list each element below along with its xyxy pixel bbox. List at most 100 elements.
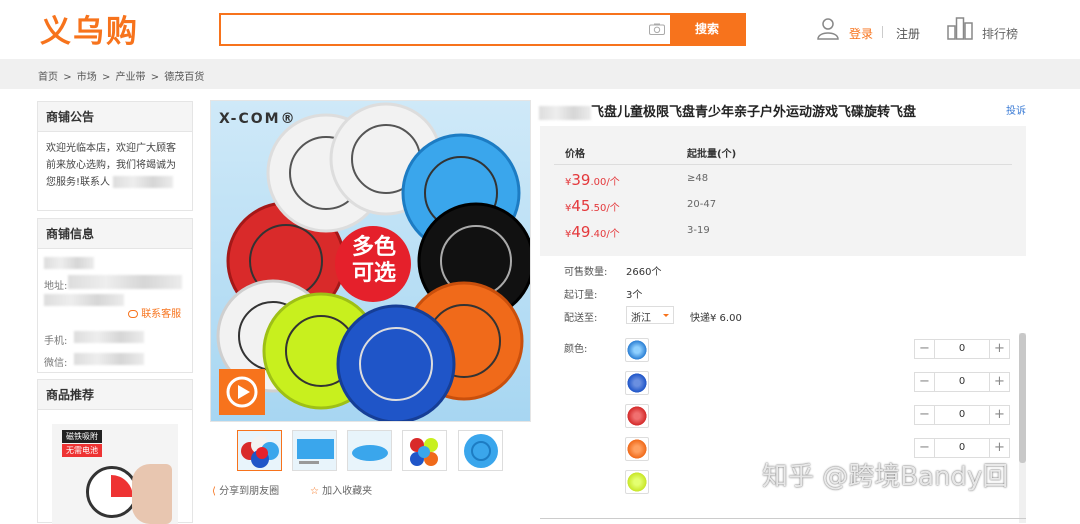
color-swatch[interactable] xyxy=(625,437,649,461)
breadcrumb-home[interactable]: 首页 xyxy=(38,72,58,83)
redacted-phone xyxy=(74,331,144,343)
increase-button[interactable]: + xyxy=(989,439,1009,457)
shop-notice-panel: 商铺公告 欢迎光临本店，欢迎广大顾客前来放心选购，我们将竭诚为您服务!联系人 xyxy=(37,101,193,211)
shipping-fee: 快递¥ 6.00 xyxy=(690,313,742,324)
price-value: 45 xyxy=(571,197,591,215)
product-title-text: 飞盘儿童极限飞盘青少年亲子户外运动游戏飞碟旋转飞盘 xyxy=(591,105,917,120)
favorite-link[interactable]: ☆ 加入收藏夹 xyxy=(310,482,372,497)
breadcrumb-market[interactable]: 市场 xyxy=(77,72,97,83)
price-value: 49 xyxy=(571,223,591,241)
breadcrumb: 首页 > 市场 > 产业带 > 德茂百货 xyxy=(38,68,206,83)
timer-segment xyxy=(111,475,133,497)
decrease-button[interactable]: − xyxy=(915,373,935,391)
search-input[interactable] xyxy=(221,15,671,44)
color-swatch[interactable] xyxy=(625,338,649,362)
redacted-shop-name xyxy=(44,257,94,269)
moq-value: ≥48 xyxy=(687,173,709,184)
color-option-row: − 0 + xyxy=(625,336,1015,364)
thumbnail[interactable] xyxy=(292,430,337,471)
color-swatch[interactable] xyxy=(625,371,649,395)
quantity-input[interactable]: 0 xyxy=(936,373,988,391)
increase-button[interactable]: + xyxy=(989,373,1009,391)
price-header: 价格 xyxy=(565,149,585,160)
divider xyxy=(882,26,883,38)
recommend-title: 商品推荐 xyxy=(38,380,192,410)
recommended-product-image[interactable]: 磁铁吸附 无需电池 xyxy=(52,424,178,524)
thumbnail[interactable] xyxy=(347,430,392,471)
product-title: 飞盘儿童极限飞盘青少年亲子户外运动游戏飞碟旋转飞盘 xyxy=(539,101,916,120)
redacted-address xyxy=(68,275,182,289)
quantity-stepper: − 0 + xyxy=(914,339,1010,359)
breadcrumb-bar: 首页 > 市场 > 产业带 > 德茂百货 xyxy=(0,59,1080,89)
breadcrumb-separator: > xyxy=(150,72,160,83)
hand-image xyxy=(132,464,172,524)
color-swatch[interactable] xyxy=(625,470,649,494)
decrease-button[interactable]: − xyxy=(915,340,935,358)
price-tier: ¥49.40/个 xyxy=(565,223,620,241)
scrollbar-thumb[interactable] xyxy=(1019,333,1026,463)
wechat-label: 微信: xyxy=(44,358,68,369)
share-icon: ⟨ xyxy=(212,486,216,497)
site-logo[interactable]: 义乌购 xyxy=(40,6,139,51)
moq-value: 3-19 xyxy=(687,225,710,236)
search-box: 搜索 xyxy=(219,13,746,46)
quantity-stepper: − 0 + xyxy=(914,405,1010,425)
color-label: 颜色: xyxy=(564,344,588,355)
search-button[interactable]: 搜索 xyxy=(670,15,744,44)
min-order-label: 起订量: xyxy=(564,290,598,301)
register-link[interactable]: 注册 xyxy=(896,25,920,42)
price-table: 价格 起批量(个) ¥39.00/个 ≥48 ¥45.50/个 20-47 ¥4… xyxy=(540,126,1026,256)
quantity-input[interactable]: 0 xyxy=(936,439,988,457)
recommend-panel: 商品推荐 磁铁吸附 无需电池 xyxy=(37,379,193,524)
price-tier: ¥39.00/个 xyxy=(565,171,620,189)
recommend-tag: 磁铁吸附 xyxy=(62,430,102,443)
ranking-icon[interactable] xyxy=(947,16,973,40)
quantity-input[interactable]: 0 xyxy=(936,406,988,424)
play-icon xyxy=(226,376,258,408)
divider xyxy=(554,164,1012,165)
multi-color-badge: 多色 可选 xyxy=(351,235,396,286)
camera-icon[interactable] xyxy=(649,23,665,35)
region-value: 浙江 xyxy=(631,313,651,324)
price-decimal: .40/个 xyxy=(590,229,620,240)
decrease-button[interactable]: − xyxy=(915,406,935,424)
report-link[interactable]: 投诉 xyxy=(1006,102,1026,117)
favorite-label: 加入收藏夹 xyxy=(322,486,373,497)
breadcrumb-separator: > xyxy=(101,72,111,83)
stock-label: 可售数量: xyxy=(564,267,608,278)
color-option-row: − 0 + xyxy=(625,369,1015,397)
phone-label: 手机: xyxy=(44,336,68,347)
play-video-button[interactable] xyxy=(219,369,265,415)
price-decimal: .00/个 xyxy=(590,177,620,188)
timer-dial xyxy=(86,466,138,518)
quantity-input[interactable]: 0 xyxy=(936,340,988,358)
thumbnail[interactable] xyxy=(237,430,282,471)
caret-down-icon xyxy=(663,314,669,317)
redacted-address xyxy=(44,294,124,306)
price-decimal: .50/个 xyxy=(590,203,620,214)
moq-header: 起批量(个) xyxy=(687,149,737,160)
watermark-text: 知乎 @跨境Bandy回 xyxy=(762,462,1009,492)
region-select[interactable]: 浙江 xyxy=(626,306,674,324)
share-link[interactable]: ⟨ 分享到朋友圈 xyxy=(212,482,279,497)
top-header: 义乌购 搜索 登录 注册 排行榜 xyxy=(0,0,1080,58)
product-main-image[interactable]: X-COM® 多色 可选 xyxy=(210,100,531,422)
color-swatch[interactable] xyxy=(625,404,649,428)
contact-service-link[interactable]: 联系客服 xyxy=(128,305,181,320)
decrease-button[interactable]: − xyxy=(915,439,935,457)
thumbnail[interactable] xyxy=(458,430,503,471)
login-link[interactable]: 登录 xyxy=(849,25,873,42)
shop-notice-text: 欢迎光临本店，欢迎广大顾客前来放心选购，我们将竭诚为您服务!联系人 xyxy=(38,132,192,199)
breadcrumb-shop[interactable]: 德茂百货 xyxy=(164,72,204,83)
redacted-wechat xyxy=(74,353,144,365)
recommend-tag: 无需电池 xyxy=(62,444,102,457)
user-icon[interactable] xyxy=(816,16,840,40)
increase-button[interactable]: + xyxy=(989,340,1009,358)
thumbnail[interactable] xyxy=(402,430,447,471)
ship-to-label: 配送至: xyxy=(564,313,598,324)
ranking-link[interactable]: 排行榜 xyxy=(982,25,1018,42)
increase-button[interactable]: + xyxy=(989,406,1009,424)
price-tier: ¥45.50/个 xyxy=(565,197,620,215)
breadcrumb-separator: > xyxy=(63,72,72,83)
breadcrumb-industry[interactable]: 产业带 xyxy=(116,72,146,83)
